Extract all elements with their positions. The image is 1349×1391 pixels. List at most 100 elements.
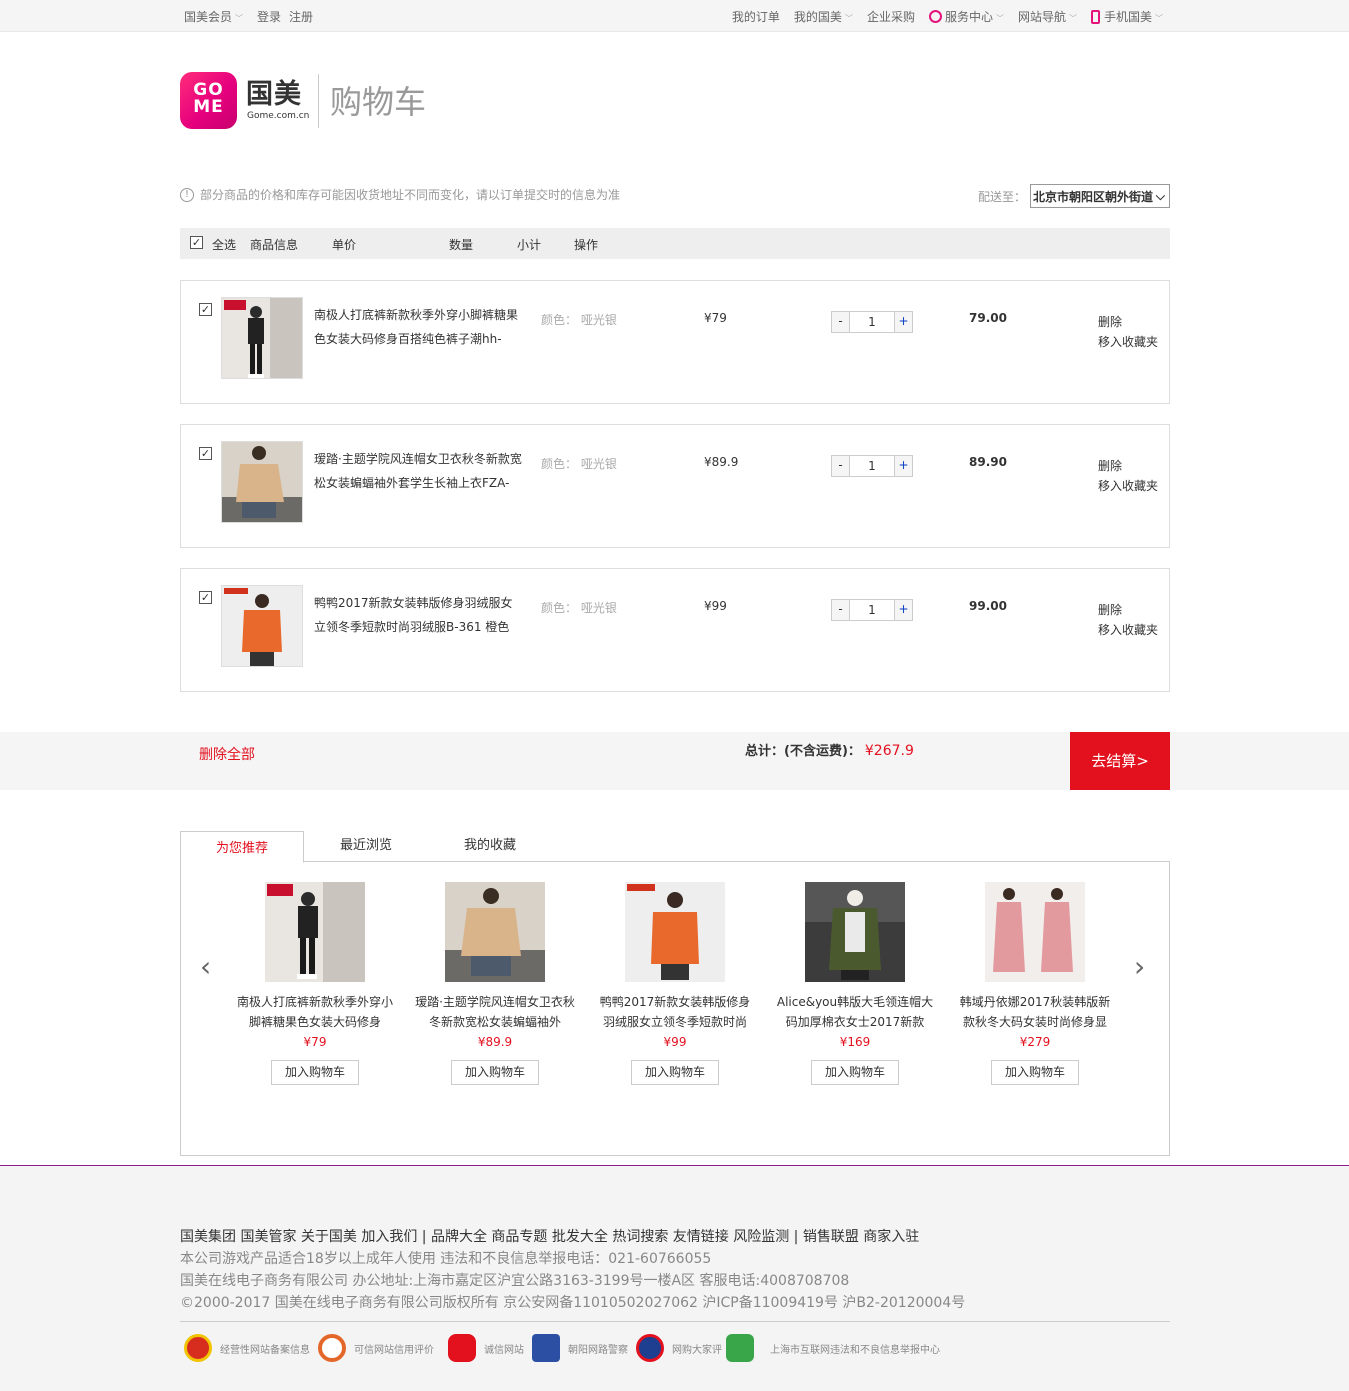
item-checkbox[interactable]: ✓ <box>199 303 212 316</box>
shopping-review-icon[interactable] <box>636 1334 664 1362</box>
product-name[interactable]: 南极人打底裤新款秋季外穿小脚裤糖果色女装大码修身百搭纯色裤子潮hh- <box>314 303 524 351</box>
col-subtotal: 小计 <box>517 238 542 252</box>
info-icon: ! <box>180 187 194 202</box>
police-shield-icon[interactable] <box>184 1334 212 1362</box>
recommendation-card: 瑷踏·主题学院风连帽女卫衣秋冬新款宽松女装蝙蝠袖外 ¥89.9 加入购物车 <box>415 882 575 1085</box>
notice-text: 部分商品的价格和库存可能因收货地址不同而变化，请以订单提交时的信息为准 <box>200 188 621 202</box>
increase-button[interactable]: + <box>895 600 912 620</box>
quantity-input[interactable]: 1 <box>849 456 895 476</box>
badge-label: 朝阳网路警察 <box>568 1344 628 1356</box>
page-title: 购物车 <box>330 83 427 121</box>
product-image[interactable] <box>625 882 725 982</box>
add-to-cart-button[interactable]: 加入购物车 <box>271 1060 359 1085</box>
decrease-button[interactable]: - <box>832 600 849 620</box>
product-image[interactable] <box>985 882 1085 982</box>
product-name[interactable]: 鸭鸭2017新款女装韩版修身羽绒服女立领冬季短款时尚 <box>595 992 755 1032</box>
item-actions: 删除 移入收藏夹 <box>1098 312 1158 352</box>
item-checkbox[interactable]: ✓ <box>199 447 212 460</box>
delete-link[interactable]: 删除 <box>1098 600 1158 620</box>
item-checkbox[interactable]: ✓ <box>199 591 212 604</box>
member-menu[interactable]: 国美会员 ﹀ <box>184 8 243 25</box>
shipping-label: 配送至： <box>978 189 1027 204</box>
delete-all-link[interactable]: 删除全部 <box>199 744 255 764</box>
my-gome-label: 我的国美 <box>793 9 842 24</box>
product-price: ¥99 <box>663 1035 687 1049</box>
badge-label: 网购大家评 <box>672 1344 722 1356</box>
product-name[interactable]: 韩域丹依娜2017秋装韩版新款秋冬大码女装时尚修身显 <box>955 992 1115 1032</box>
chevron-down-icon: ﹀ <box>235 13 244 23</box>
decrease-button[interactable]: - <box>832 312 849 332</box>
mobile-label: 手机国美 <box>1103 9 1152 24</box>
move-to-favorites-link[interactable]: 移入收藏夹 <box>1098 620 1158 640</box>
product-name[interactable]: 鸭鸭2017新款女装韩版修身羽绒服女立领冬季短款时尚羽绒服B-361 橙色 <box>314 591 524 639</box>
service-menu[interactable]: 服务中心 ﹀ <box>928 8 1004 25</box>
carousel-prev-icon[interactable]: ‹ <box>200 950 211 983</box>
product-name[interactable]: 瑷踏·主题学院风连帽女卫衣秋冬新款宽松女装蝙蝠袖外套学生长袖上衣FZA- <box>314 447 524 495</box>
move-to-favorites-link[interactable]: 移入收藏夹 <box>1098 476 1158 496</box>
increase-button[interactable]: + <box>895 312 912 332</box>
report-center-icon[interactable] <box>726 1334 754 1362</box>
login-link[interactable]: 登录 <box>257 8 281 25</box>
product-name[interactable]: 南极人打底裤新款秋季外穿小脚裤糖果色女装大码修身 <box>235 992 395 1032</box>
my-orders-link[interactable]: 我的订单 <box>732 8 780 25</box>
credit-seal-icon[interactable] <box>318 1334 346 1362</box>
product-image[interactable] <box>265 882 365 982</box>
delete-link[interactable]: 删除 <box>1098 456 1158 476</box>
product-thumbnail[interactable] <box>221 297 303 379</box>
chevron-down-icon: ﹀ <box>1155 13 1163 23</box>
cyber-police-icon[interactable] <box>532 1334 560 1362</box>
integrity-seal-icon[interactable] <box>448 1334 476 1362</box>
certification-badges: 经营性网站备案信息 可信网站信用评价 诚信网站 朝阳网路警察 网购大家评 上海市… <box>184 1334 940 1362</box>
move-to-favorites-link[interactable]: 移入收藏夹 <box>1098 332 1158 352</box>
cart-item: ✓ 南极人打底裤新款秋季外穿小脚裤糖果色女装大码修身百搭纯色裤子潮hh- 颜色：… <box>180 280 1170 404</box>
address-value: 北京市朝阳区朝外街道 <box>1033 189 1154 204</box>
site-nav-menu[interactable]: 网站导航 ﹀ <box>1018 8 1077 25</box>
quantity-input[interactable]: 1 <box>849 600 895 620</box>
delete-link[interactable]: 删除 <box>1098 312 1158 332</box>
shipping-selector: 配送至： 北京市朝阳区朝外街道 ⌵ <box>978 184 1171 208</box>
enterprise-link[interactable]: 企业采购 <box>867 8 915 25</box>
recommendation-card: Alice&you韩版大毛领连帽大码加厚棉衣女士2017新款 ¥169 加入购物… <box>775 882 935 1085</box>
decrease-button[interactable]: - <box>832 456 849 476</box>
increase-button[interactable]: + <box>895 456 912 476</box>
cart-item: ✓ 鸭鸭2017新款女装韩版修身羽绒服女立领冬季短款时尚羽绒服B-361 橙色 … <box>180 568 1170 692</box>
product-attr: 颜色： 哑光银 <box>541 457 617 471</box>
tab-recently-viewed[interactable]: 最近浏览 <box>304 831 428 862</box>
quantity-input[interactable]: 1 <box>849 312 895 332</box>
product-name[interactable]: 瑷踏·主题学院风连帽女卫衣秋冬新款宽松女装蝙蝠袖外 <box>415 992 575 1032</box>
product-image[interactable] <box>445 882 545 982</box>
footer-notice-line: 本公司游戏产品适合18岁以上成年人使用 违法和不良信息举报电话：021-6076… <box>180 1251 712 1267</box>
product-thumbnail[interactable] <box>221 585 303 667</box>
quantity-stepper: - 1 + <box>831 599 913 621</box>
unit-price: ¥89.9 <box>704 455 739 469</box>
badge-label: 诚信网站 <box>484 1344 524 1356</box>
add-to-cart-button[interactable]: 加入购物车 <box>991 1060 1079 1085</box>
site-footer: 国美集团 国美管家 关于国美 加入我们 | 品牌大全 商品专题 批发大全 热词搜… <box>0 1165 1349 1391</box>
carousel-next-icon[interactable]: › <box>1134 950 1145 983</box>
select-all-checkbox[interactable]: ✓ <box>190 236 203 249</box>
tab-my-favorites[interactable]: 我的收藏 <box>428 831 552 862</box>
gome-logo[interactable]: GO ME <box>180 72 237 129</box>
mobile-menu[interactable]: 手机国美 ﹀ <box>1090 8 1163 25</box>
add-to-cart-button[interactable]: 加入购物车 <box>451 1060 539 1085</box>
recommendation-card: 韩域丹依娜2017秋装韩版新款秋冬大码女装时尚修身显 ¥279 加入购物车 <box>955 882 1115 1085</box>
add-to-cart-button[interactable]: 加入购物车 <box>811 1060 899 1085</box>
product-image[interactable] <box>805 882 905 982</box>
total-label: 总计：(不含运费)： <box>745 744 861 759</box>
item-actions: 删除 移入收藏夹 <box>1098 600 1158 640</box>
address-select[interactable]: 北京市朝阳区朝外街道 ⌵ <box>1030 184 1171 208</box>
item-subtotal: 99.00 <box>969 599 1007 613</box>
footer-links[interactable]: 国美集团 国美管家 关于国美 加入我们 | 品牌大全 商品专题 批发大全 热词搜… <box>180 1226 919 1246</box>
add-to-cart-button[interactable]: 加入购物车 <box>631 1060 719 1085</box>
register-link[interactable]: 注册 <box>289 8 313 25</box>
badge-label: 经营性网站备案信息 <box>220 1344 310 1356</box>
logo-domain-text: Gome.com.cn <box>247 111 310 121</box>
cart-table-header: ✓ 全选 商品信息 单价 数量 小计 操作 <box>180 228 1170 259</box>
tab-recommended[interactable]: 为您推荐 <box>180 831 304 863</box>
checkout-button[interactable]: 去结算> <box>1070 732 1170 790</box>
product-name[interactable]: Alice&you韩版大毛领连帽大码加厚棉衣女士2017新款 <box>775 992 935 1032</box>
my-gome-menu[interactable]: 我的国美 ﹀ <box>794 8 853 25</box>
product-price: ¥279 <box>1019 1035 1051 1049</box>
col-unit-price: 单价 <box>332 238 357 252</box>
product-thumbnail[interactable] <box>221 441 303 523</box>
